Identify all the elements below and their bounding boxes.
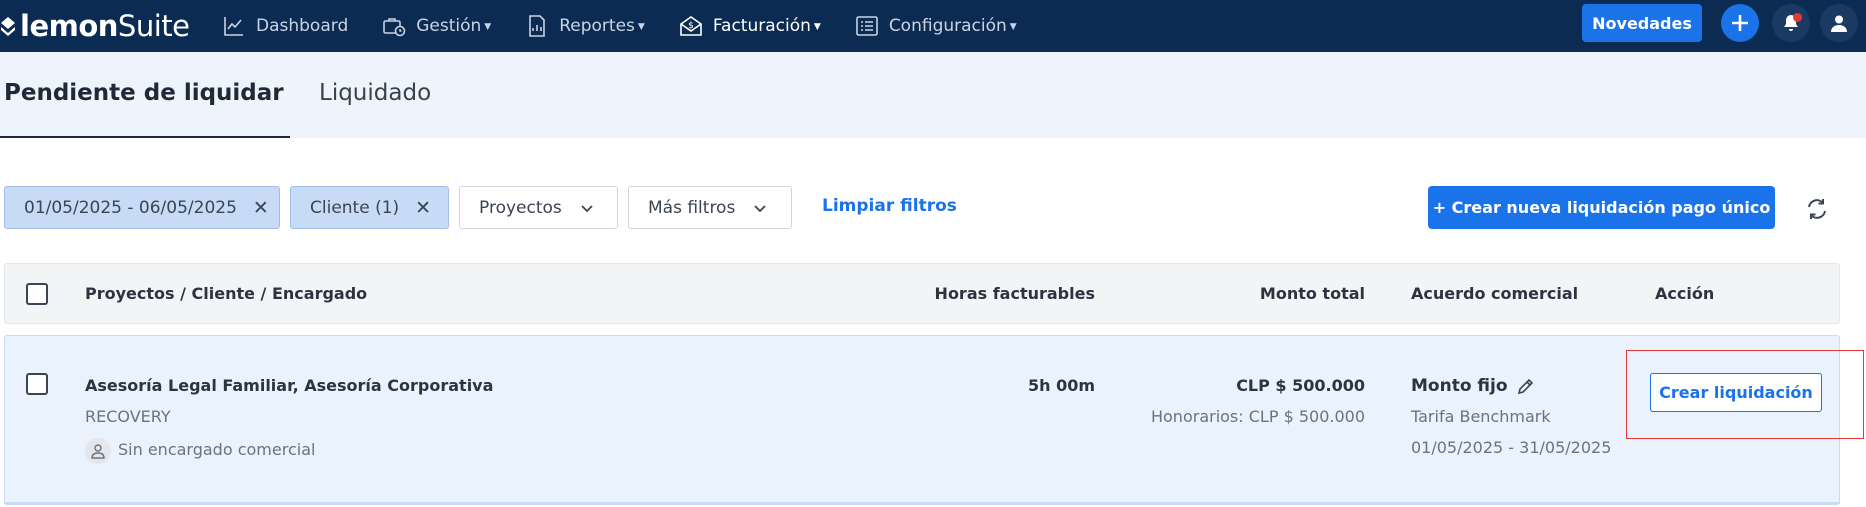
nav-dashboard-label: Dashboard xyxy=(256,16,349,36)
row-checkbox[interactable] xyxy=(26,373,48,395)
top-navbar: lemon Suite Dashboard Gestión ▼ Reportes … xyxy=(0,0,1866,52)
tab-pendiente-liquidar[interactable]: Pendiente de liquidar xyxy=(4,80,284,106)
envelope-dollar-icon: $ xyxy=(680,16,702,36)
refresh-icon[interactable] xyxy=(1804,196,1830,222)
caret-down-icon: ▼ xyxy=(1009,22,1017,32)
notification-dot xyxy=(1793,13,1802,22)
person-outline-icon xyxy=(91,444,105,459)
client-filter-label: Cliente (1) xyxy=(310,197,400,218)
row-agreement-type: Monto fijo xyxy=(1411,376,1508,396)
close-icon[interactable]: ✕ xyxy=(415,197,431,219)
brand-name-light: Suite xyxy=(117,9,190,43)
chevron-down-icon xyxy=(581,204,593,212)
lemon-logo-icon xyxy=(1,17,15,36)
svg-text:$: $ xyxy=(688,21,694,31)
nav-gestion-label: Gestión xyxy=(416,16,482,36)
plus-icon xyxy=(1732,15,1748,31)
person-icon xyxy=(85,438,111,464)
chevron-down-icon xyxy=(754,204,766,212)
create-settlement-button[interactable]: Crear liquidación xyxy=(1650,373,1822,412)
date-range-filter[interactable]: 01/05/2025 - 06/05/2025 ✕ xyxy=(4,186,280,229)
add-button[interactable] xyxy=(1721,4,1759,42)
row-fees: Honorarios: CLP $ 500.000 xyxy=(1150,407,1365,426)
pencil-icon[interactable] xyxy=(1516,376,1536,396)
row-billable-hours: 5h 00m xyxy=(1027,376,1095,395)
nav-facturacion[interactable]: $ Facturación ▼ xyxy=(679,14,821,38)
nav-reportes-label: Reportes xyxy=(559,16,635,36)
novedades-button[interactable]: Novedades xyxy=(1582,4,1702,42)
document-chart-icon xyxy=(529,15,546,37)
row-project-name: Asesoría Legal Familiar, Asesoría Corpor… xyxy=(85,376,494,395)
select-all-checkbox[interactable] xyxy=(26,283,48,305)
close-icon[interactable]: ✕ xyxy=(253,197,269,219)
more-filters-dropdown[interactable]: Más filtros xyxy=(628,186,792,229)
brand-logo[interactable]: lemon Suite xyxy=(0,6,190,46)
table-row: Asesoría Legal Familiar, Asesoría Corpor… xyxy=(4,335,1840,505)
header-amount: Monto total xyxy=(1259,284,1365,303)
briefcase-clock-icon xyxy=(383,18,406,37)
tab-liquidado[interactable]: Liquidado xyxy=(319,80,431,106)
header-action: Acción xyxy=(1655,284,1715,303)
clear-filters-link[interactable]: Limpiar filtros xyxy=(822,196,957,216)
tabs-bar: Pendiente de liquidar Liquidado xyxy=(0,52,1866,138)
active-tab-indicator xyxy=(0,136,290,138)
header-hours: Horas facturables xyxy=(934,284,1095,303)
nav-reportes[interactable]: Reportes ▼ xyxy=(525,14,645,38)
row-total-amount: CLP $ 500.000 xyxy=(1236,376,1365,395)
create-single-payment-settlement-button[interactable]: + Crear nueva liquidación pago único xyxy=(1428,186,1775,229)
next-row-edge xyxy=(4,502,1840,507)
user-menu-button[interactable] xyxy=(1820,4,1858,42)
list-settings-icon xyxy=(856,16,878,36)
date-range-filter-label: 01/05/2025 - 06/05/2025 xyxy=(24,197,237,218)
chart-line-icon xyxy=(224,17,243,36)
more-filters-label: Más filtros xyxy=(648,197,736,218)
table-header: Proyectos / Cliente / Encargado Horas fa… xyxy=(4,263,1840,324)
caret-down-icon: ▼ xyxy=(484,22,492,32)
row-period: 01/05/2025 - 31/05/2025 xyxy=(1411,438,1612,457)
row-rate: Tarifa Benchmark xyxy=(1411,407,1551,426)
user-icon xyxy=(1831,15,1847,32)
row-manager: Sin encargado comercial xyxy=(118,440,316,459)
nav-configuracion-label: Configuración xyxy=(888,16,1007,36)
main-nav: Dashboard Gestión ▼ Reportes ▼ $ Factura… xyxy=(222,0,1051,52)
header-projects: Proyectos / Cliente / Encargado xyxy=(85,284,368,303)
header-agreement: Acuerdo comercial xyxy=(1411,284,1579,303)
client-filter[interactable]: Cliente (1) ✕ xyxy=(290,186,449,229)
nav-facturacion-label: Facturación xyxy=(712,16,811,36)
row-client-name: RECOVERY xyxy=(85,407,171,426)
brand-name-bold: lemon xyxy=(20,9,118,43)
projects-dropdown-label: Proyectos xyxy=(479,197,562,218)
nav-dashboard[interactable]: Dashboard xyxy=(222,14,348,38)
nav-gestion[interactable]: Gestión ▼ xyxy=(382,14,491,38)
notifications-button[interactable] xyxy=(1772,4,1810,42)
projects-dropdown[interactable]: Proyectos xyxy=(459,186,618,229)
nav-configuracion[interactable]: Configuración ▼ xyxy=(855,14,1017,38)
caret-down-icon: ▼ xyxy=(813,22,821,32)
caret-down-icon: ▼ xyxy=(637,22,645,32)
